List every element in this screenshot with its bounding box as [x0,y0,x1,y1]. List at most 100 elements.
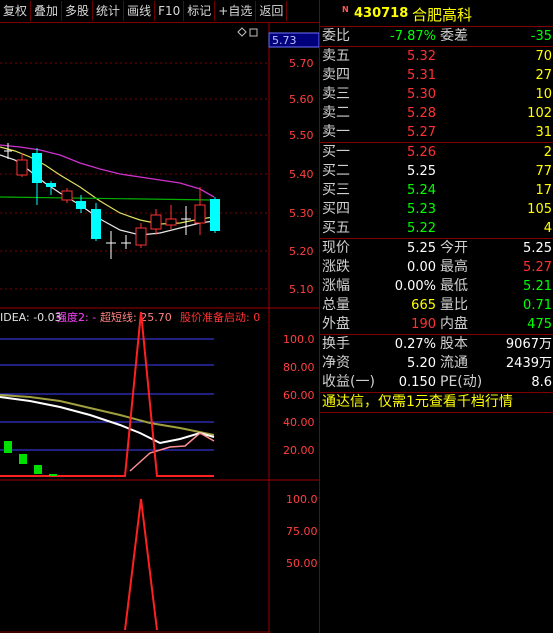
stats-row: 涨跌 0.00 最高 5.27 [320,258,553,277]
indicator-note-label: 股价准备启动: 0 [180,310,260,324]
stat-label: 现价 [322,240,350,256]
promo-link[interactable]: 通达信，仅需1元查看千档行情 [322,393,513,412]
bid-list: 买一 5.26 2 买二 5.25 77 买三 5.24 17 买四 5.23 … [320,143,553,239]
ask-list: 卖五 5.32 70 卖四 5.31 27 卖三 5.30 10 卖二 5.28… [320,47,553,143]
lower-red-spike [124,498,158,631]
ask-label: 卖五 [322,48,350,64]
stat-value: 475 [527,317,552,332]
stat-label: 量比 [440,297,468,313]
ask-row[interactable]: 卖三 5.30 10 [320,85,553,104]
ask-row[interactable]: 卖一 5.27 31 [320,123,553,142]
y-label-2: 5.60 [289,93,314,106]
ind-y-label-5: 20.00 [283,444,315,457]
stat-value: 5.21 [523,279,552,294]
bid-price: 5.22 [407,221,436,236]
weicha-label: 委差 [440,28,468,44]
ask-volume: 10 [535,87,552,102]
fund-label: 净资 [322,355,350,371]
chart-toolbar: 复权 叠加 多股 统计 画线 F10 标记 +自选 返回 [0,0,319,23]
diamond-icon[interactable] [237,27,247,37]
stock-name: 合肥高科 [412,6,473,24]
fund-row: 净资 5.20 流通 2439万 [320,354,553,373]
stat-label: 涨跌 [322,259,350,275]
bid-volume: 4 [543,221,552,236]
ask-label: 卖三 [322,86,350,102]
promo-row[interactable]: 通达信，仅需1元查看千档行情 [320,393,553,413]
weicha-value: -35 [530,29,552,44]
stat-value: 190 [411,317,436,332]
bid-price: 5.23 [407,202,436,217]
fund-value: 5.20 [407,356,436,371]
weibi-row: 委比 -7.87% 委差 -35 [320,27,553,47]
stat-label: 最低 [440,278,468,294]
stock-code: 430718 [354,6,409,21]
stat-value: 5.25 [407,241,436,256]
ask-row[interactable]: 卖五 5.32 70 [320,47,553,66]
weibi-value: -7.87% [390,29,436,44]
chart-area[interactable]: 5.73 5.70 5.60 5.50 5.40 5.30 5.20 5.10 [0,23,319,633]
stat-label: 最高 [440,259,468,275]
stat-value: 665 [411,298,436,313]
bid-volume: 2 [543,145,552,160]
stat-label: 总量 [322,297,350,313]
ask-row[interactable]: 卖四 5.31 27 [320,66,553,85]
stat-label: 外盘 [322,316,350,332]
indicator-strength-label: 强度2: - [56,310,96,324]
y-label-7: 5.10 [289,283,314,296]
toolbar-draw-line-button[interactable]: 画线 [124,1,156,21]
fund-value: 0.27% [394,337,436,352]
bid-row[interactable]: 买五 5.22 4 [320,219,553,238]
fund-label: PE(动) [440,374,483,390]
stats-list: 现价 5.25 今开 5.25 涨跌 0.00 最高 5.27 涨幅 0.00%… [320,239,553,335]
candlestick-chart[interactable]: 5.73 5.70 5.60 5.50 5.40 5.30 5.20 5.10 [0,23,319,633]
ma-line-green [0,196,215,201]
ask-price: 5.28 [407,106,436,121]
stats-row: 总量 665 量比 0.71 [320,296,553,315]
price-box-label: 5.73 [272,34,297,47]
fund-value: 9067万 [505,337,552,352]
toolbar-multi-stock-button[interactable]: 多股 [62,1,94,21]
stats-row: 涨幅 0.00% 最低 5.21 [320,277,553,296]
toolbar-f10-button[interactable]: F10 [155,1,185,21]
toolbar-back-button[interactable]: 返回 [256,1,288,21]
bid-row[interactable]: 买三 5.24 17 [320,181,553,200]
bid-row[interactable]: 买一 5.26 2 [320,143,553,162]
y-label-1: 5.70 [289,57,314,70]
stats-row: 现价 5.25 今开 5.25 [320,239,553,258]
ind-y-label-4: 40.00 [283,416,315,429]
toolbar-fuquan-button[interactable]: 复权 [0,1,32,21]
checkbox-icon[interactable] [249,28,258,37]
ask-price: 5.30 [407,87,436,102]
bid-row[interactable]: 买四 5.23 105 [320,200,553,219]
toolbar-mark-button[interactable]: 标记 [184,1,216,21]
bid-label: 买二 [322,163,350,179]
fund-value: 2439万 [505,356,552,371]
fund-label: 换手 [322,336,350,352]
bid-volume: 17 [535,183,552,198]
ind-y-label-3: 60.00 [283,389,315,402]
bid-volume: 105 [527,202,552,217]
indicator-pink-line [129,432,215,472]
stat-value: 5.25 [523,241,552,256]
fund-row: 换手 0.27% 股本 9067万 [320,335,553,354]
bid-row[interactable]: 买二 5.25 77 [320,162,553,181]
toolbar-overlay-button[interactable]: 叠加 [31,1,63,21]
bid-label: 买五 [322,220,350,236]
stat-label: 内盘 [440,316,468,332]
stock-title: N 430718 合肥高科 [320,0,553,27]
ask-label: 卖二 [322,105,350,121]
toolbar-add-watchlist-button[interactable]: +自选 [215,1,257,21]
bid-price: 5.26 [407,145,436,160]
indicator-white-line [0,396,215,445]
ask-volume: 27 [535,68,552,83]
ask-price: 5.32 [407,49,436,64]
stat-value: 0.00% [394,279,436,294]
fundamentals-list: 换手 0.27% 股本 9067万 净资 5.20 流通 2439万 收益(一)… [320,335,553,393]
ask-volume: 70 [535,49,552,64]
ask-row[interactable]: 卖二 5.28 102 [320,104,553,123]
stat-label: 今开 [440,240,468,256]
fund-label: 收益(一) [322,374,375,390]
bid-label: 买三 [322,182,350,198]
y-label-3: 5.50 [289,129,314,142]
toolbar-stats-button[interactable]: 统计 [93,1,125,21]
